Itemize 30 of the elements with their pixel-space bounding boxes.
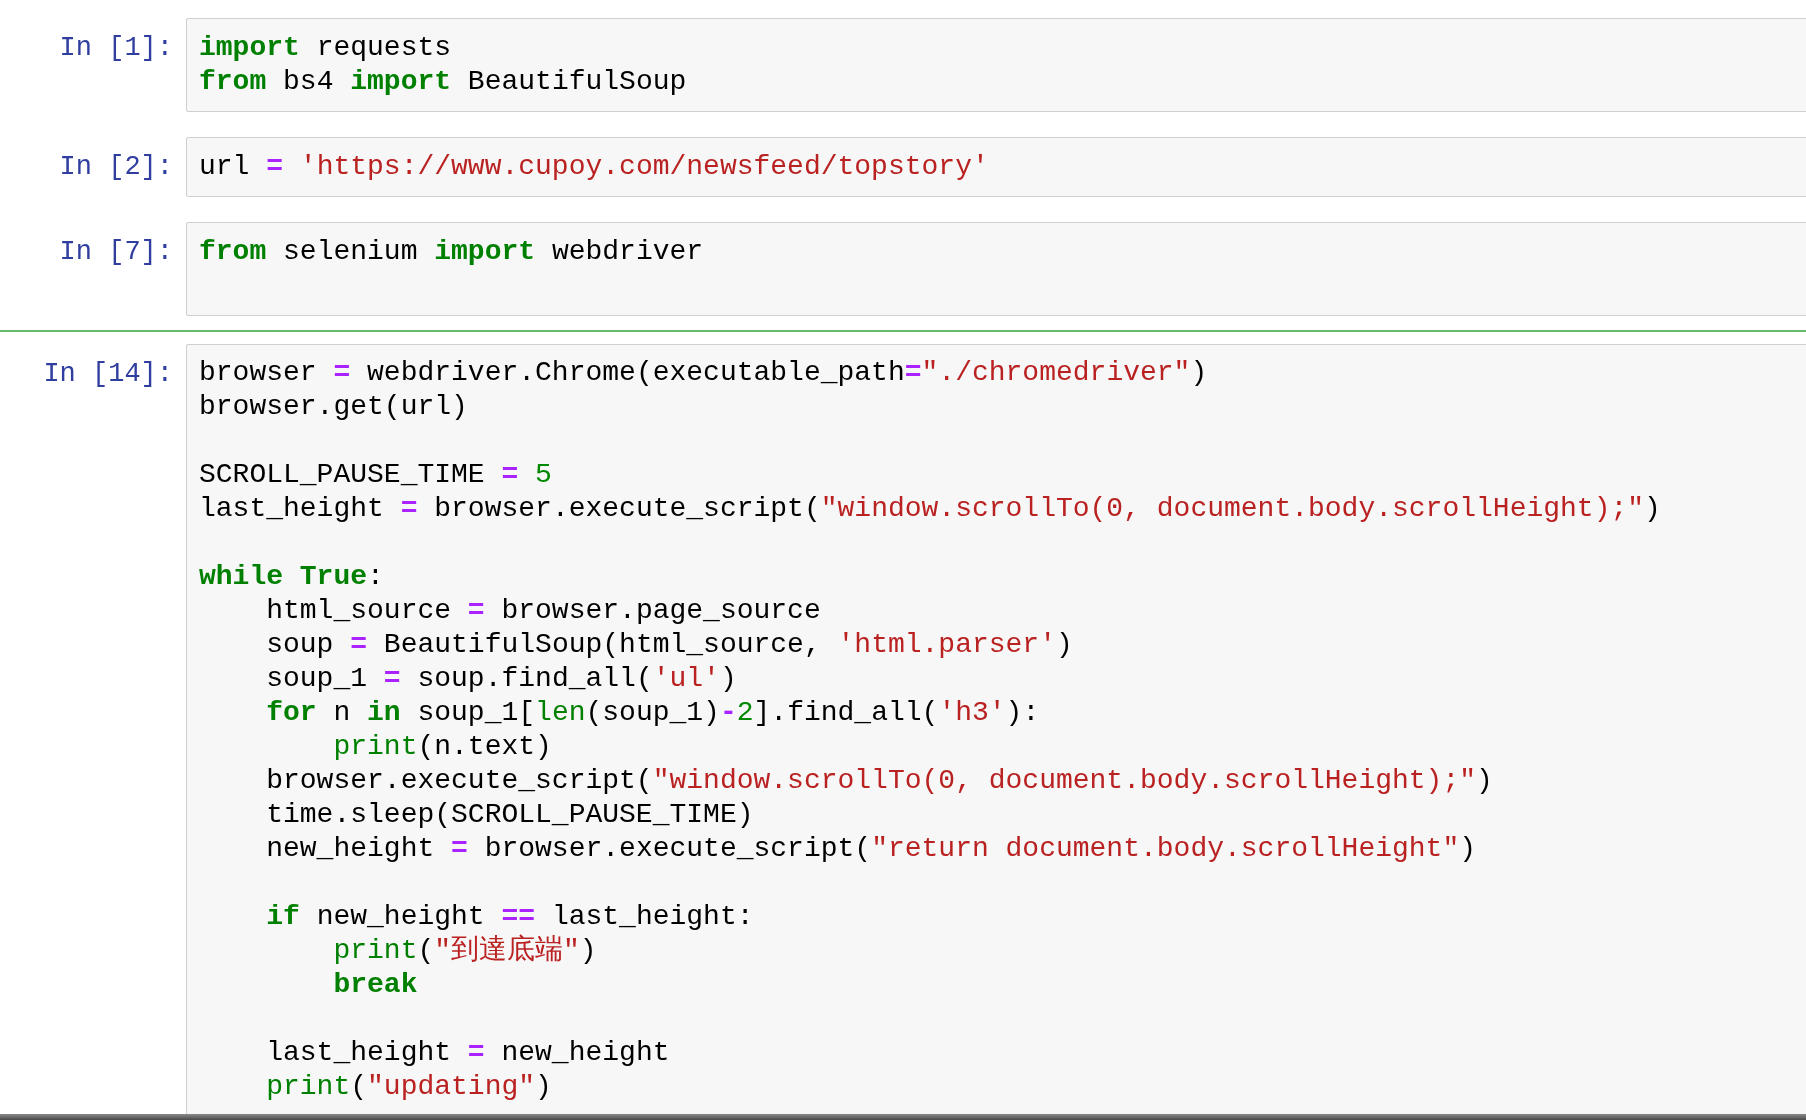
code-line: browser.get(url) bbox=[199, 390, 468, 424]
code-input[interactable]: url = 'https://www.cupoy.com/newsfeed/topstory' bbox=[186, 137, 1806, 197]
cell-prompt: In [7]: bbox=[58, 236, 174, 269]
code-line: browser.execute_script("window.scrollTo(0, document.body.scrollHeight);") bbox=[265, 764, 1493, 798]
code-line: from bs4 import BeautifulSoup bbox=[199, 65, 687, 99]
code-line: soup_1 = soup.find_all('ul') bbox=[265, 662, 737, 696]
code-line: url = 'https://www.cupoy.com/newsfeed/topstory' bbox=[199, 150, 989, 184]
code-line: print("到達底端") bbox=[332, 934, 597, 968]
code-line: soup = BeautifulSoup(html_source, 'html.parser') bbox=[265, 628, 1073, 662]
code-line: import requests bbox=[199, 31, 452, 65]
code-input[interactable]: from selenium import webdriver bbox=[186, 222, 1806, 316]
code-line: time.sleep(SCROLL_PAUSE_TIME) bbox=[265, 798, 754, 832]
code-input[interactable]: import requests from bs4 import BeautifulSoup bbox=[186, 18, 1806, 112]
cell-prompt: In [2]: bbox=[58, 151, 174, 184]
code-input[interactable] bbox=[186, 344, 1806, 1114]
code-line: new_height = browser.execute_script("return document.body.scrollHeight") bbox=[265, 832, 1477, 866]
code-line: while True: bbox=[199, 560, 384, 594]
code-line: browser = webdriver.Chrome(executable_path="./chromedriver") bbox=[199, 356, 1208, 390]
code-line: break bbox=[332, 968, 418, 1002]
code-line: SCROLL_PAUSE_TIME = 5 bbox=[199, 458, 552, 492]
cell-prompt: In [1]: bbox=[58, 32, 174, 65]
cell-prompt: In [14]: bbox=[42, 358, 174, 391]
code-line: html_source = browser.page_source bbox=[265, 594, 821, 628]
code-line: last_height = new_height bbox=[265, 1036, 670, 1070]
code-line: if new_height == last_height: bbox=[265, 900, 754, 934]
code-line: from selenium import webdriver bbox=[199, 235, 704, 269]
code-line: print(n.text) bbox=[332, 730, 552, 764]
code-line: for n in soup_1[len(soup_1)-2].find_all('h3'): bbox=[265, 696, 1040, 730]
code-line: last_height = browser.execute_script("window.scrollTo(0, document.body.scrollHeight);") bbox=[199, 492, 1661, 526]
code-line: print("updating") bbox=[265, 1070, 552, 1104]
